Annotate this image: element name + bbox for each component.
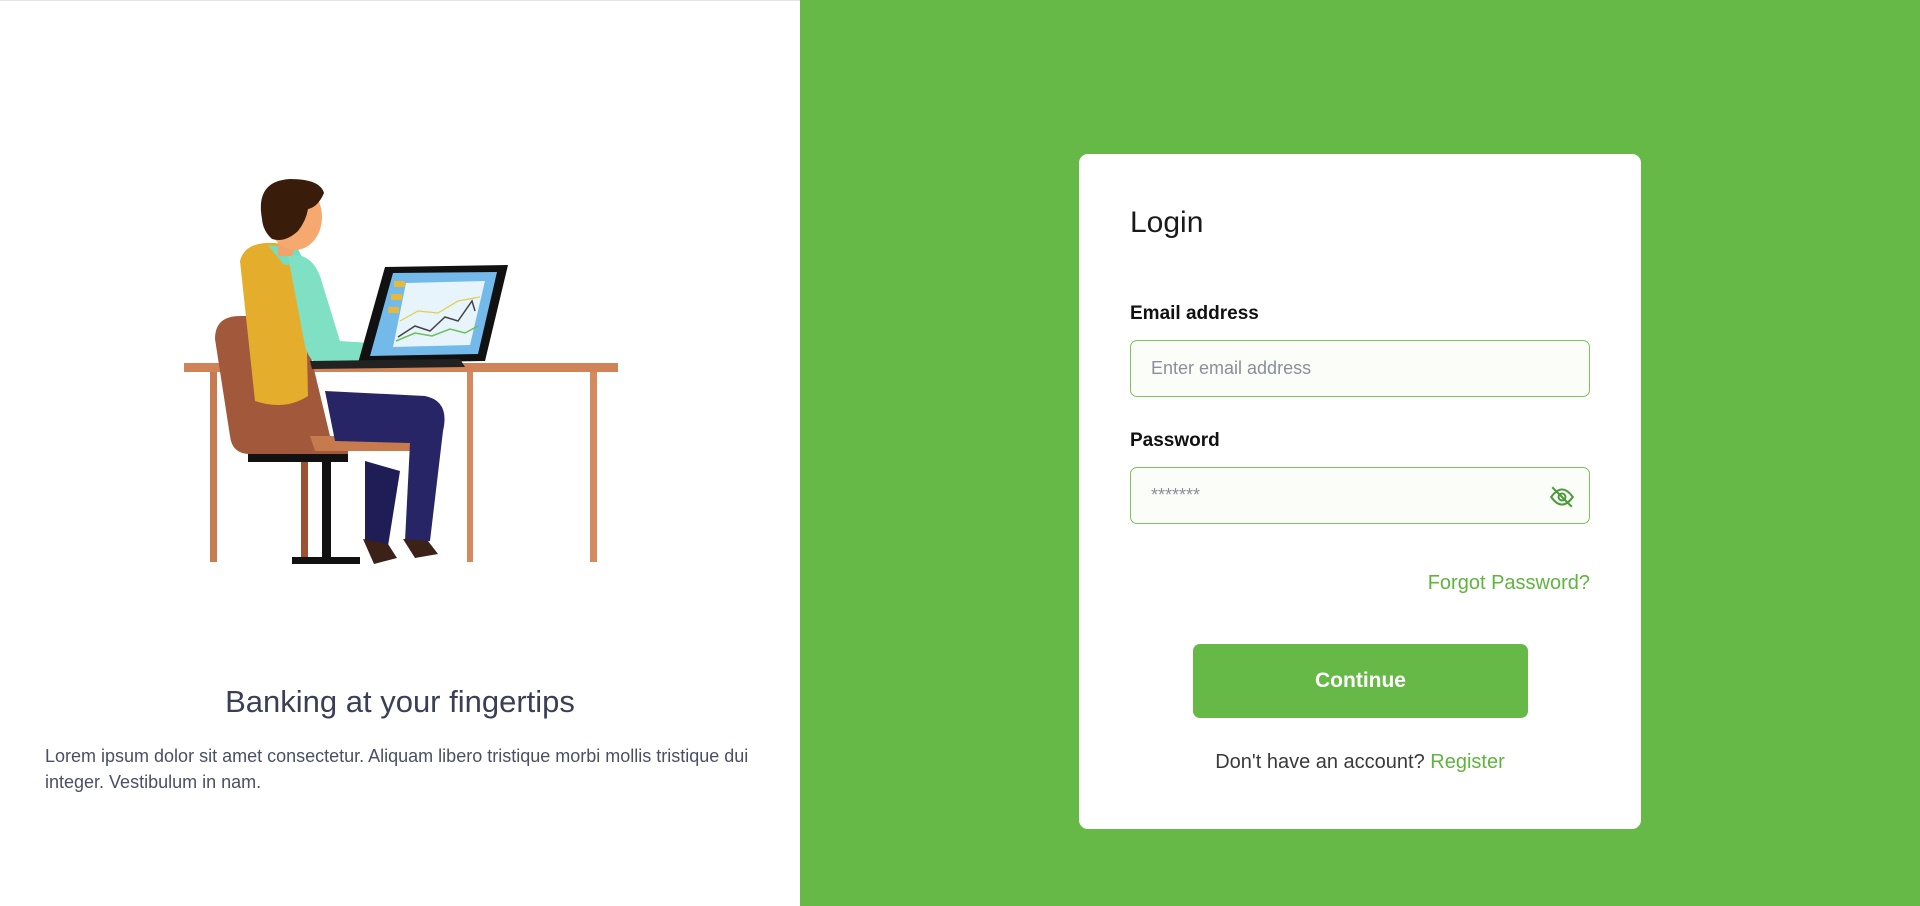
email-field-wrapper: [1130, 340, 1590, 397]
login-card: Login Email address Password Forgot Pass…: [1079, 154, 1641, 829]
password-label: Password: [1130, 430, 1220, 451]
email-label: Email address: [1130, 303, 1259, 324]
person-at-laptop-illustration: [184, 179, 618, 564]
forgot-password-link[interactable]: Forgot Password?: [1428, 572, 1590, 595]
password-field-wrapper: [1130, 467, 1590, 524]
login-title: Login: [1130, 206, 1204, 239]
register-prompt: Don't have an account? Register: [1079, 751, 1641, 774]
tagline-heading: Banking at your fingertips: [225, 684, 575, 719]
intro-panel: Banking at your fingertips Lorem ipsum d…: [0, 0, 800, 906]
register-prompt-text: Don't have an account?: [1215, 751, 1425, 773]
register-link[interactable]: Register: [1430, 751, 1504, 773]
email-input[interactable]: [1131, 341, 1551, 396]
continue-button[interactable]: Continue: [1193, 644, 1528, 718]
intro-description: Lorem ipsum dolor sit amet consectetur. …: [45, 746, 749, 792]
password-input[interactable]: [1131, 468, 1551, 523]
eye-slash-icon[interactable]: [1549, 484, 1575, 510]
